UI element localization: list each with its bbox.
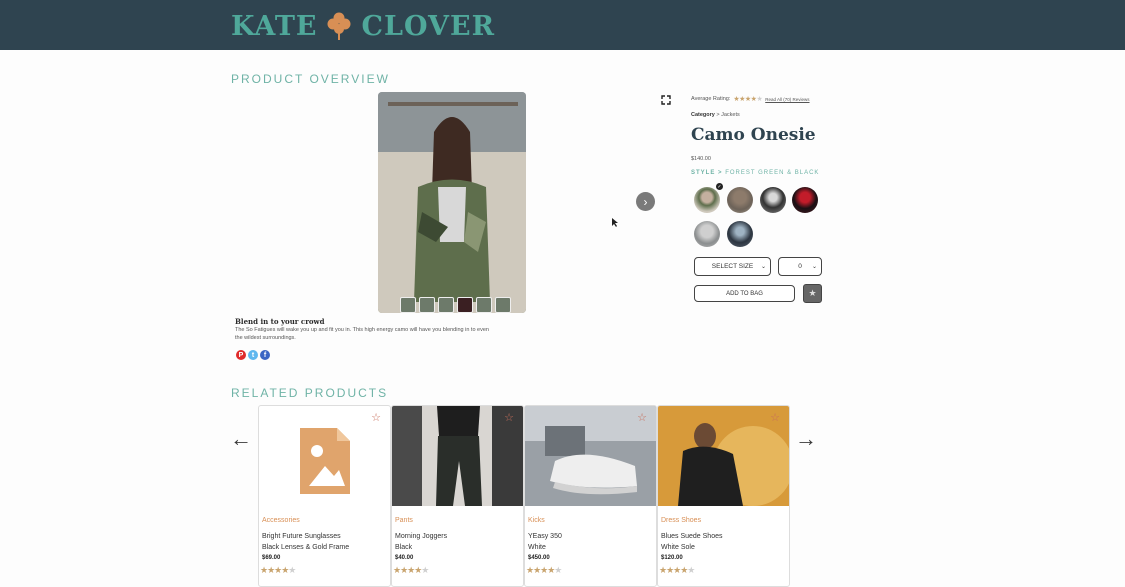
category-label: Category (691, 112, 715, 118)
card-variant: Black Lenses & Gold Frame (262, 544, 350, 551)
description-text: The So Fatigues will wake you up and fit… (235, 327, 489, 341)
brand-name-right: CLOVER (361, 10, 496, 42)
product-main-image[interactable] (378, 92, 526, 313)
thumbnail[interactable] (495, 297, 511, 313)
thumbnail[interactable] (457, 297, 473, 313)
product-overview-heading: PRODUCT OVERVIEW (231, 72, 390, 86)
favorite-star-icon[interactable]: ☆ (770, 411, 780, 424)
thumbnail[interactable] (476, 297, 492, 313)
card-star-rating-icon: ★★★★★ (526, 565, 562, 575)
card-price: $120.00 (661, 555, 683, 561)
card-star-rating-icon: ★★★★★ (393, 565, 429, 575)
favorite-star-icon[interactable]: ☆ (504, 411, 514, 424)
chevron-right-icon: › (643, 194, 648, 209)
favorite-star-icon[interactable]: ☆ (637, 411, 647, 424)
selected-check-icon: ✓ (716, 183, 723, 190)
next-image-button[interactable]: › (636, 192, 655, 211)
card-category[interactable]: Pants (395, 517, 413, 524)
carousel-next-button[interactable]: → (795, 426, 817, 452)
category-value[interactable]: > Jackets (716, 112, 739, 118)
star-icon: ★ (808, 288, 817, 298)
expand-icon[interactable] (661, 92, 671, 105)
thumbnail[interactable] (419, 297, 435, 313)
brand-name-left: KATE (231, 10, 318, 42)
mouse-cursor-icon (612, 214, 618, 232)
thumbnail[interactable] (400, 297, 416, 313)
image-thumbnail-strip (400, 297, 511, 313)
twitter-icon[interactable]: t (248, 350, 258, 360)
card-variant: White (528, 544, 546, 551)
category-breadcrumb: Category > Jackets (691, 112, 740, 118)
style-value: FOREST GREEN & BLACK (725, 170, 820, 176)
style-label: STYLE > (691, 170, 723, 176)
card-product-name: Bright Future Sunglasses (262, 533, 341, 540)
card-star-rating-icon: ★★★★★ (260, 565, 296, 575)
style-swatch-forest-green[interactable] (694, 187, 720, 213)
card-category[interactable]: Kicks (528, 517, 545, 524)
arrow-right-icon: → (795, 426, 817, 451)
card-product-name: Morning Joggers (395, 533, 448, 540)
description-title: Blend in to your crowd (235, 317, 325, 326)
card-price: $450.00 (528, 555, 550, 561)
pinterest-icon[interactable]: P (236, 350, 246, 360)
related-product-card[interactable]: ☆ Pants Morning Joggers Black $40.00 ★★★… (391, 405, 524, 587)
card-price: $40.00 (395, 555, 414, 561)
site-header: KATE CLOVER (0, 0, 1125, 50)
card-category[interactable]: Dress Shoes (661, 517, 701, 524)
card-variant: White Sole (661, 544, 695, 551)
related-product-card[interactable]: ☆ Dress Shoes Blues Suede Shoes White So… (657, 405, 790, 587)
carousel-prev-button[interactable]: ← (230, 426, 252, 452)
social-share: P t f (236, 350, 270, 360)
style-swatch[interactable] (727, 187, 753, 213)
favorite-star-icon[interactable]: ☆ (371, 411, 381, 424)
style-swatch[interactable] (727, 221, 753, 247)
card-price: $69.00 (262, 555, 281, 561)
size-select-value: SELECT SIZE (711, 263, 754, 270)
card-product-name: YEasy 350 (528, 533, 562, 540)
rating-label: Average Rating: (691, 96, 731, 102)
style-swatch[interactable] (792, 187, 818, 213)
chevron-down-icon: ⌄ (760, 264, 766, 270)
card-variant: Black (395, 544, 413, 551)
related-product-card[interactable]: ☆ Kicks YEasy 350 White $450.00 ★★★★★ (524, 405, 657, 587)
related-products-heading: RELATED PRODUCTS (231, 386, 389, 400)
add-to-bag-button[interactable]: ADD TO BAG (694, 285, 795, 302)
quantity-select[interactable]: 0 ⌄ (778, 257, 822, 276)
star-rating-icon: ★★★★★ (733, 96, 763, 103)
product-price: $140.00 (691, 156, 711, 162)
style-swatch[interactable] (694, 221, 720, 247)
read-reviews-link[interactable]: Read All (70) Reviews (765, 97, 809, 102)
thumbnail[interactable] (438, 297, 454, 313)
product-title: Camo Onesie (691, 125, 816, 145)
facebook-icon[interactable]: f (260, 350, 270, 360)
card-category[interactable]: Accessories (262, 517, 300, 524)
style-swatch[interactable] (760, 187, 786, 213)
card-product-name: Blues Suede Shoes (661, 533, 723, 540)
brand-logo[interactable]: KATE CLOVER (231, 6, 495, 46)
favorite-button[interactable]: ★ (803, 284, 822, 303)
related-product-card[interactable]: ☆ Accessories Bright Future Sunglasses B… (258, 405, 391, 587)
clover-icon (326, 11, 352, 41)
arrow-left-icon: ← (230, 426, 252, 451)
card-star-rating-icon: ★★★★★ (659, 565, 695, 575)
size-select[interactable]: SELECT SIZE ⌄ (694, 257, 771, 276)
average-rating: Average Rating: ★★★★★ Read All (70) Revi… (691, 95, 810, 103)
quantity-select-value: 0 (798, 263, 802, 270)
style-selection: STYLE > FOREST GREEN & BLACK (691, 170, 819, 176)
chevron-down-icon: ⌄ (811, 264, 817, 270)
